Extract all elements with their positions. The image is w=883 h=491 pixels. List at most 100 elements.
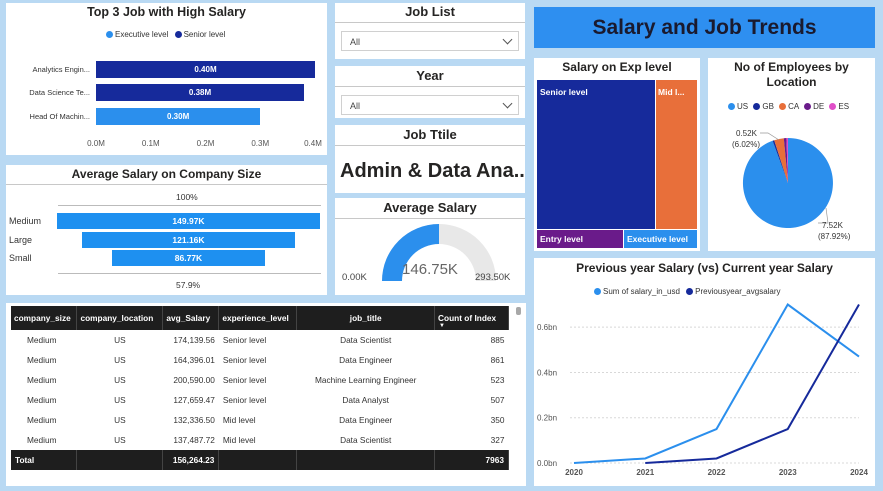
- table-cell: Data Scientist: [340, 435, 392, 445]
- dashboard-header: Salary and Job Trends: [534, 7, 875, 48]
- funnel-bottom-pct: 57.9%: [176, 280, 201, 290]
- total-cell: [76, 450, 164, 470]
- table-cell: 174,139.56: [173, 335, 215, 345]
- table-row[interactable]: Medium US 200,590.00 Senior level Machine Le…: [11, 370, 509, 390]
- table-row[interactable]: Medium US 137,487.72 Mid level Data Scientis…: [11, 430, 509, 450]
- table-cell: 137,487.72: [173, 435, 215, 445]
- table-cell: Medium: [27, 375, 57, 385]
- funnel-divider: [58, 273, 321, 274]
- table-cell: Data Analyst: [342, 395, 389, 405]
- salary-bar[interactable]: 0.30M: [96, 108, 261, 125]
- year-slicer: Year All: [335, 66, 525, 118]
- table-cell: Senior level: [222, 375, 267, 385]
- funnel-bar[interactable]: 149.97K: [57, 213, 320, 229]
- treemap-tile-mid[interactable]: Mid l...: [656, 80, 697, 229]
- col-header-count[interactable]: Count of Index ▼: [434, 306, 509, 330]
- x-tick: 0.3M: [251, 139, 270, 148]
- gauge-min: 0.00K: [342, 272, 367, 283]
- funnel-bar[interactable]: 121.16K: [82, 232, 295, 248]
- exp-treemap-card: Salary on Exp level Senior level Mid l..…: [534, 58, 700, 251]
- col-header-company-size[interactable]: company_size: [11, 306, 78, 330]
- table-cell: 127,659.47: [173, 395, 215, 405]
- col-header-experience-level[interactable]: experience_level: [218, 306, 298, 330]
- chevron-down-icon: [502, 98, 513, 109]
- table-cell: 885: [490, 335, 505, 345]
- job-list-title: Job List: [335, 3, 525, 23]
- x-tick: 2022: [708, 468, 726, 477]
- table-row[interactable]: Medium US 164,396.01 Senior level Data Engin…: [11, 350, 509, 370]
- table-row[interactable]: Medium US 127,659.47 Senior level Data Analy…: [11, 390, 509, 410]
- table-cell: Machine Learning Engineer: [314, 375, 417, 385]
- col-header-company-location[interactable]: company_location: [76, 306, 164, 330]
- pie-label-small: 0.52K (6.02%): [732, 129, 761, 149]
- chevron-down-icon: [502, 34, 513, 45]
- funnel-label: Small: [9, 253, 32, 263]
- salary-trend-card: Previous year Salary (vs) Current year S…: [534, 258, 875, 486]
- table-cell: 507: [490, 395, 505, 405]
- table-cell: 164,396.01: [173, 355, 215, 365]
- table-cell: US: [114, 375, 126, 385]
- table-cell: Data Engineer: [339, 355, 393, 365]
- funnel-top-pct: 100%: [176, 192, 198, 202]
- table-cell: Medium: [27, 335, 57, 345]
- x-tick: 2021: [636, 468, 654, 477]
- table-cell: Senior level: [222, 395, 267, 405]
- salary-bar[interactable]: 0.40M: [96, 61, 315, 78]
- job-list-value: All: [350, 37, 361, 47]
- table-cell: Data Engineer: [339, 415, 393, 425]
- col-header-job-title[interactable]: job_title: [296, 306, 436, 330]
- table-cell: Medium: [27, 415, 57, 425]
- x-tick: 2024: [850, 468, 868, 477]
- pie-leader-line: [760, 132, 780, 141]
- total-cell: [296, 450, 436, 470]
- bar-label: Analytics Engin...: [32, 65, 90, 74]
- table-cell: US: [114, 415, 126, 425]
- y-tick: 0.4bn: [537, 368, 557, 377]
- salary-bar[interactable]: 0.38M: [96, 84, 305, 101]
- treemap-tile-senior[interactable]: Senior level: [537, 80, 655, 229]
- company-size-title: Average Salary on Company Size: [6, 167, 327, 185]
- table-cell: Medium: [27, 435, 57, 445]
- job-title-value: Admin & Data Ana...: [340, 160, 525, 182]
- funnel-label: Medium: [9, 216, 42, 226]
- table-header-row: company_size company_location avg_Salary…: [11, 306, 509, 330]
- table-cell: US: [114, 335, 126, 345]
- col-header-avg-salary[interactable]: avg_Salary: [162, 306, 220, 330]
- x-tick: 0.4M: [304, 139, 322, 148]
- table-cell: 200,590.00: [173, 375, 215, 385]
- funnel-bar[interactable]: 86.77K: [112, 250, 265, 266]
- table-cell: 327: [490, 435, 505, 445]
- table-cell: Data Scientist: [340, 335, 392, 345]
- year-dropdown[interactable]: All: [341, 95, 519, 115]
- table-cell: Senior level: [222, 335, 267, 345]
- legend-item-executive: Executive level: [106, 30, 168, 39]
- table-row[interactable]: Medium US 174,139.56 Senior level Data Scien…: [11, 330, 509, 350]
- pie-label-large: 7.52K (87.92%): [818, 221, 851, 241]
- location-pie-card: No of Employees by Location US GB CA DE …: [708, 58, 875, 251]
- top-jobs-title: Top 3 Job with High Salary: [87, 5, 246, 19]
- y-tick: 0.2bn: [537, 414, 557, 423]
- table-cell: Medium: [27, 355, 57, 365]
- table-cell: 861: [490, 355, 505, 365]
- y-tick: 0.6bn: [537, 323, 557, 332]
- avg-salary-gauge-card: Average Salary 146.75K 0.00K 293.50K: [335, 198, 525, 295]
- funnel-label: Large: [9, 235, 33, 245]
- series-line-0: [573, 303, 860, 464]
- table-row[interactable]: Medium US 132,336.50 Mid level Data Engineer…: [11, 410, 509, 430]
- treemap-tile-executive[interactable]: Executive level: [624, 230, 697, 248]
- company-size-card: Average Salary on Company Size 100% Medi…: [6, 165, 327, 295]
- table-cell: 350: [490, 415, 505, 425]
- table-cell: US: [114, 435, 126, 445]
- table-cell: Mid level: [222, 415, 256, 425]
- top-jobs-legend: Executive level Senior level: [106, 30, 225, 39]
- treemap-tile-entry[interactable]: Entry level: [537, 230, 623, 248]
- bar-label: Data Science Te...: [29, 88, 90, 97]
- table-cell: Mid level: [222, 435, 256, 445]
- table-scrollbar[interactable]: [516, 307, 521, 315]
- exp-treemap-title: Salary on Exp level: [562, 60, 672, 74]
- x-tick: 0.0M: [87, 139, 105, 148]
- table-cell: Senior level: [222, 355, 267, 365]
- table-cell: 132,336.50: [173, 415, 215, 425]
- salary-trend-chart: 0.0bn 0.2bn 0.4bn 0.6bn 2020 2021 2022 2023 2024: [537, 303, 868, 477]
- job-list-dropdown[interactable]: All: [341, 31, 519, 51]
